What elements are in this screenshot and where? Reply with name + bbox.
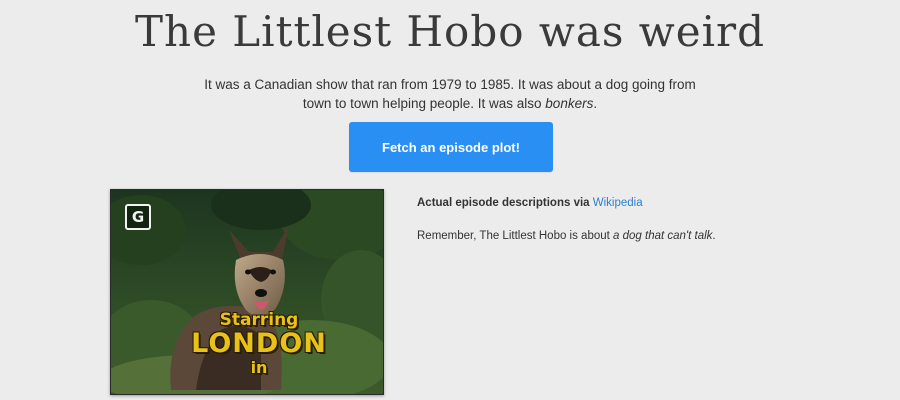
intro-end: . xyxy=(593,96,598,111)
wikipedia-link[interactable]: Wikipedia xyxy=(593,197,643,209)
source-lead: Actual episode descriptions via xyxy=(417,197,593,209)
reminder-text: Remember, The Littlest Hobo is about a d… xyxy=(417,228,857,244)
page-title: The Littlest Hobo was weird xyxy=(135,7,765,56)
episode-sidebar: Actual episode descriptions via Wikipedi… xyxy=(417,195,857,244)
reminder-emphasis: a dog that can't talk xyxy=(613,230,713,242)
intro-emphasis: bonkers xyxy=(545,96,594,111)
caption-star-name: LONDON xyxy=(191,328,327,359)
intro-text: It was a Canadian show that ran from 197… xyxy=(204,77,696,111)
source-attribution: Actual episode descriptions via Wikipedi… xyxy=(417,195,857,211)
episode-still-image: G Starring LONDON in xyxy=(110,189,384,395)
fetch-episode-button[interactable]: Fetch an episode plot! xyxy=(349,122,553,172)
caption-starring: Starring xyxy=(219,310,299,330)
reminder-end: . xyxy=(712,230,716,242)
network-logo-icon: G xyxy=(125,204,151,230)
reminder-lead: Remember, The Littlest Hobo is about xyxy=(417,230,614,242)
caption-in: in xyxy=(250,358,268,377)
intro-paragraph: It was a Canadian show that ran from 197… xyxy=(200,75,700,113)
